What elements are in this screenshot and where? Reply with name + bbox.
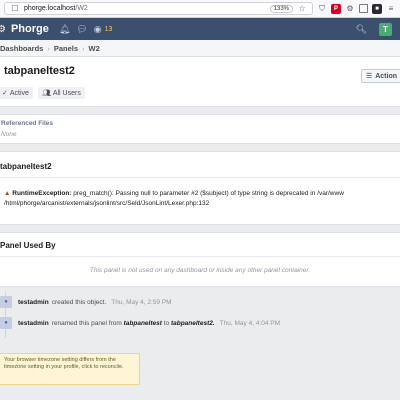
- chat-icon[interactable]: 💬︎: [76, 24, 87, 35]
- user-avatar-icon[interactable]: ●: [0, 317, 12, 329]
- timezone-notice[interactable]: Your browser timezone setting differs fr…: [0, 353, 140, 385]
- timeline-action: renamed this panel from: [51, 319, 122, 327]
- timeline-user[interactable]: testadmin: [18, 320, 49, 327]
- status-row: ✓ Active 👥︎ All Users: [0, 87, 85, 99]
- empty-state-text: This panel is not used on any dashboard …: [89, 267, 311, 274]
- exception-type: RuntimeException:: [12, 190, 72, 197]
- url-host: phorge.localhost: [24, 5, 76, 12]
- menu-icon: ☰: [365, 73, 373, 80]
- breadcrumb-dashboards[interactable]: Dashboards: [0, 44, 43, 53]
- status-label: Active: [9, 89, 29, 97]
- bell-icon[interactable]: 🔔︎: [59, 24, 70, 35]
- referenced-files-label: Referenced Files: [1, 120, 54, 127]
- shield-icon[interactable]: ⛉: [317, 4, 327, 14]
- new-panel-name: tabpaneltest2.: [170, 319, 215, 327]
- divider: [0, 256, 400, 257]
- visibility-label: All Users: [52, 89, 81, 97]
- user-avatar-icon[interactable]: ●: [0, 296, 12, 308]
- page-header: tabpaneltest2 ✓ Active 👥︎ All Users ☰ Ac…: [0, 57, 400, 107]
- address-bar[interactable]: ☐ phorge.localhost/W2 133% ☆: [4, 2, 313, 15]
- pocket-icon[interactable]: P: [331, 3, 341, 14]
- actions-label: Action: [375, 72, 397, 80]
- timeline-item: ● testadmin created this object. Thu, Ma…: [0, 295, 172, 309]
- brand-name[interactable]: Phorge: [11, 23, 49, 35]
- user-avatar[interactable]: T: [379, 22, 392, 36]
- notification-count[interactable]: 13: [105, 26, 113, 33]
- visibility-badge: 👥︎ All Users: [37, 87, 85, 99]
- setup-issues-icon[interactable]: ◉: [94, 24, 102, 35]
- timeline-action-mid: to: [163, 319, 170, 327]
- panel-preview-title: tabpaneltest2: [0, 162, 52, 171]
- main-header: ⚙ Phorge 🔔︎ 💬︎ ◉ 13 🔍︎ T: [0, 18, 400, 40]
- zoom-level[interactable]: 133%: [269, 4, 293, 13]
- phorge-logo-icon[interactable]: ⚙: [0, 24, 6, 35]
- divider: [0, 177, 400, 178]
- referenced-files-value: None: [1, 131, 17, 138]
- warning-icon: ▲: [4, 190, 11, 197]
- breadcrumb-separator: ›: [47, 43, 50, 53]
- addon-icon[interactable]: ■: [372, 3, 382, 14]
- extension-icon[interactable]: ⚙: [345, 4, 355, 14]
- error-text-line2: /html/phorge/arcanist/externals/jsonlint…: [4, 200, 210, 207]
- container-icon[interactable]: [359, 4, 368, 13]
- breadcrumb: Dashboards › Panels › W2: [0, 40, 400, 57]
- url-path: /W2: [75, 5, 88, 12]
- timeline-date[interactable]: Thu, May 4, 4:04 PM: [220, 320, 280, 327]
- old-panel-name: tabpaneltest: [123, 319, 162, 327]
- panel-used-by-title: Panel Used By: [0, 241, 56, 250]
- breadcrumb-current[interactable]: W2: [89, 44, 100, 53]
- error-text-line1: preg_match(): Passing null to parameter …: [73, 190, 344, 197]
- panel-preview: tabpaneltest2 ▲ RuntimeException: preg_m…: [0, 151, 400, 225]
- timeline-action: created this object.: [51, 298, 107, 306]
- timeline-date[interactable]: Thu, May 4, 2:59 PM: [111, 299, 171, 306]
- browser-toolbar: ☐ phorge.localhost/W2 133% ☆ ⛉ P ⚙ ■ ≡: [0, 0, 400, 18]
- breadcrumb-panels[interactable]: Panels: [54, 44, 78, 53]
- menu-icon[interactable]: ≡: [386, 4, 396, 14]
- referenced-files-box: Referenced Files None: [0, 114, 400, 144]
- actions-button[interactable]: ☰ Action: [360, 69, 400, 83]
- bookmark-star-icon[interactable]: ☆: [297, 4, 307, 14]
- status-badge: ✓ Active: [0, 87, 33, 99]
- error-message: ▲ RuntimeException: preg_match(): Passin…: [4, 189, 380, 209]
- panel-used-by-box: Panel Used By This panel is not used on …: [0, 232, 400, 287]
- check-icon: ✓: [2, 90, 8, 97]
- breadcrumb-separator: ›: [82, 43, 85, 53]
- page-title: tabpaneltest2: [4, 65, 75, 77]
- page-title-text: tabpaneltest2: [4, 65, 75, 77]
- users-icon: 👥︎: [41, 90, 51, 97]
- timeline-item: ● testadmin renamed this panel from tabp…: [0, 316, 280, 330]
- timeline-user[interactable]: testadmin: [18, 299, 49, 306]
- search-icon[interactable]: 🔍︎: [356, 24, 367, 35]
- page-icon: ☐: [11, 4, 19, 13]
